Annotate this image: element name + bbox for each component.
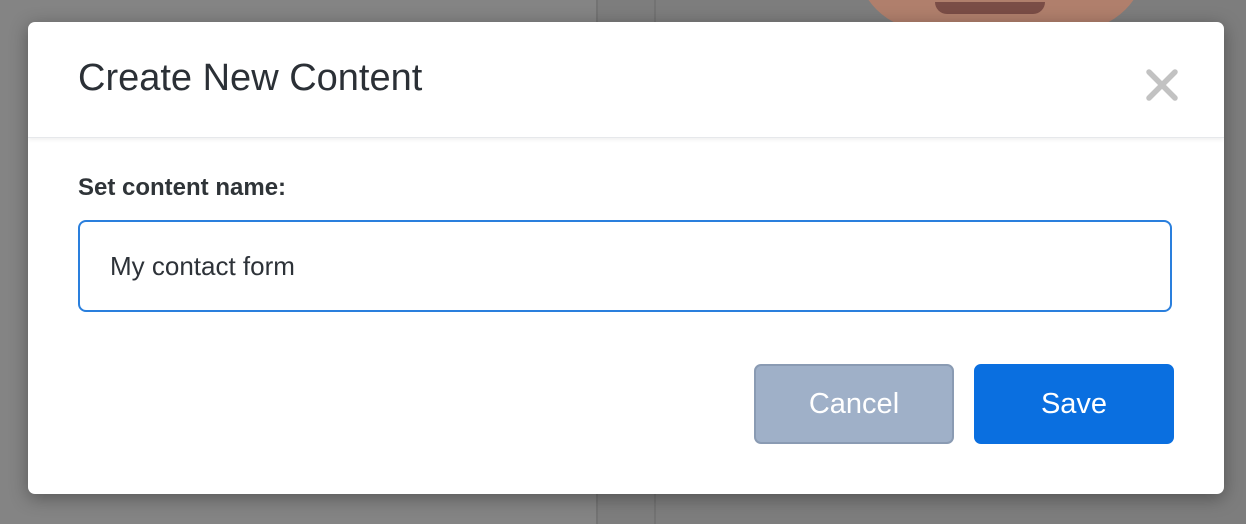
close-button[interactable] <box>1143 66 1181 104</box>
close-icon <box>1146 69 1178 101</box>
cancel-button[interactable]: Cancel <box>754 364 954 444</box>
save-button[interactable]: Save <box>974 364 1174 444</box>
modal-title: Create New Content <box>78 57 423 99</box>
modal-header: Create New Content <box>28 22 1224 138</box>
content-name-input[interactable] <box>78 220 1172 312</box>
background-photo-detail <box>935 2 1045 14</box>
content-name-label: Set content name: <box>78 174 287 201</box>
create-content-modal: Create New Content Set content name: Can… <box>28 22 1224 494</box>
